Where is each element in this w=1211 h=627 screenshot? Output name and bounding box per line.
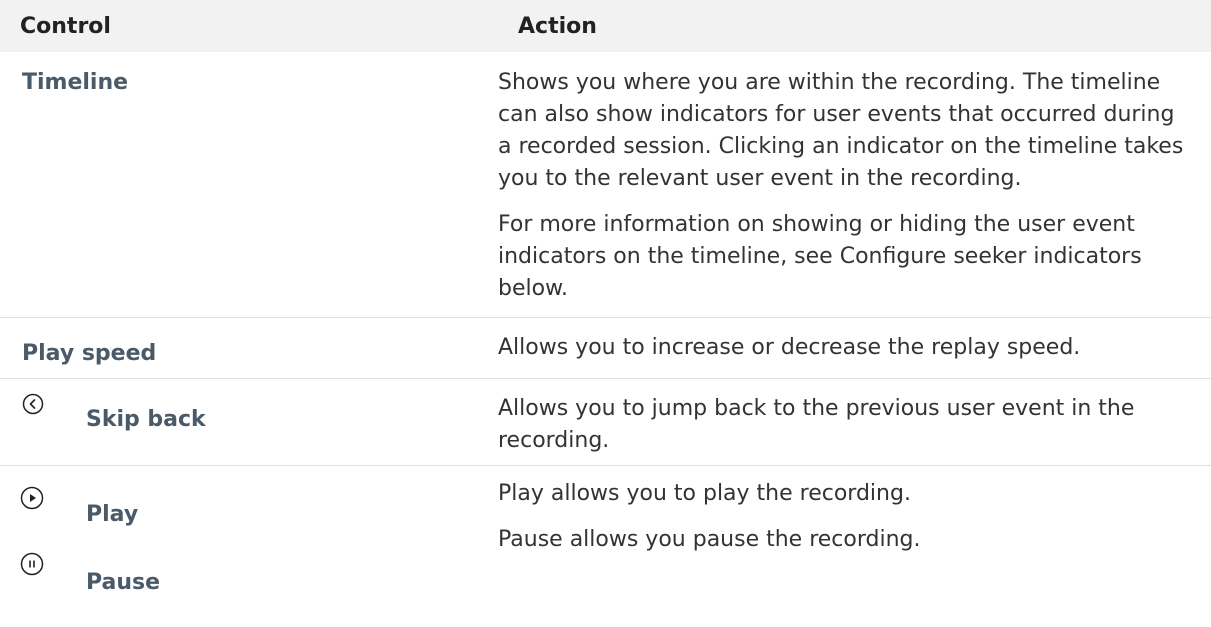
table-row-timeline: Timeline Shows you where you are within …: [0, 52, 1211, 318]
table-header-row: Control Action: [0, 0, 1211, 52]
table-row-play-speed: Play speed Allows you to increase or dec…: [0, 317, 1211, 379]
action-play-speed: Allows you to increase or decrease the r…: [498, 335, 1081, 360]
pause-circle-icon: [20, 552, 44, 576]
action-pause: Pause allows you pause the recording.: [498, 527, 921, 552]
action-play: Play allows you to play the recording.: [498, 481, 911, 506]
chevron-left-circle-icon: [22, 393, 44, 415]
control-name-play-speed: Play speed: [22, 341, 157, 366]
table-row-play-pause: Play Pause Play allows you to play the r…: [0, 466, 1211, 623]
column-header-action: Action: [498, 0, 1211, 52]
action-timeline-p1: Shows you where you are within the recor…: [498, 70, 1184, 191]
action-timeline-p2: For more information on showing or hidin…: [498, 212, 1142, 301]
control-pause: Pause: [20, 552, 498, 622]
table-row-skip-back: Skip back Allows you to jump back to the…: [0, 378, 1211, 466]
control-name-timeline: Timeline: [22, 70, 129, 95]
control-name-skip-back: Skip back: [86, 407, 206, 432]
column-header-control: Control: [0, 0, 498, 52]
play-circle-icon: [20, 486, 44, 510]
control-name-pause: Pause: [86, 570, 161, 595]
control-play: Play: [20, 486, 498, 552]
control-skip-back: Skip back: [22, 393, 498, 459]
action-skip-back: Allows you to jump back to the previous …: [498, 396, 1135, 453]
control-name-play: Play: [86, 502, 139, 527]
controls-table: Control Action Timeline Shows you where …: [0, 0, 1211, 622]
